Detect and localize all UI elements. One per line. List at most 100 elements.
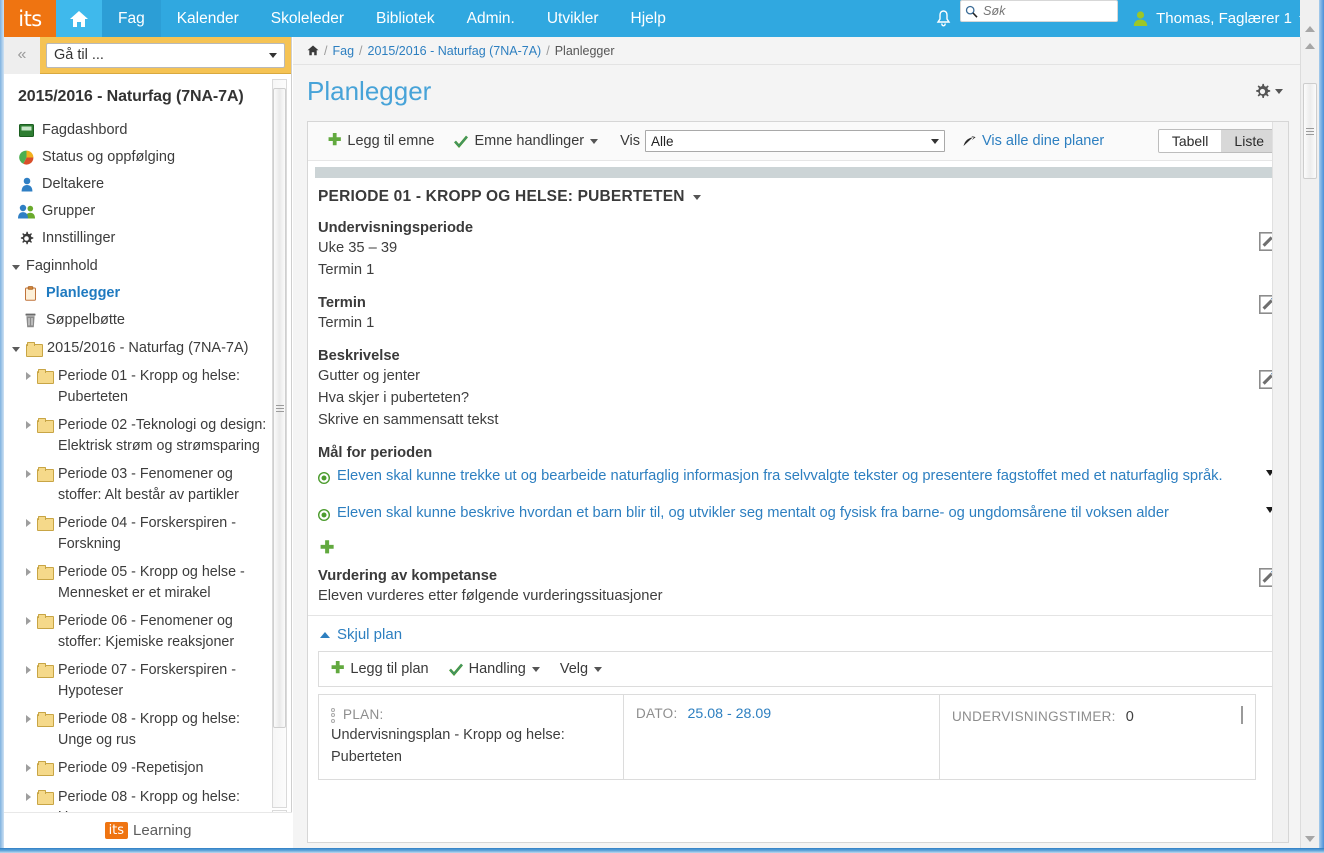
plus-icon[interactable]: ✚: [320, 539, 1274, 556]
tree-node[interactable]: Periode 07 - Forskerspiren - Hypoteser: [4, 656, 291, 705]
window-edge-right: [1319, 0, 1324, 853]
nav-item-bibliotek[interactable]: Bibliotek: [360, 0, 451, 37]
plan-cell-plan[interactable]: PLAN: Undervisningsplan - Kropp og helse…: [318, 694, 624, 780]
plan-cell-value[interactable]: 25.08 - 28.09: [688, 706, 772, 722]
plan-toolbar: ✚ Legg til plan Handling Velg: [318, 651, 1274, 687]
planner-panel: ✚ Legg til emne Emne handlinger Vis Alle: [307, 121, 1289, 843]
sidebar-item-planlegger[interactable]: Planlegger: [4, 280, 291, 307]
chevron-down-icon[interactable]: [692, 194, 701, 200]
sidebar-item-status-og-oppfolging[interactable]: Status og oppfølging: [4, 144, 291, 171]
home-icon[interactable]: [56, 0, 102, 37]
tree-node[interactable]: Periode 01 - Kropp og helse: Puberteten: [4, 362, 291, 411]
window-scrollbar-thumb[interactable]: [1303, 83, 1317, 179]
toggle-plan-visibility[interactable]: Skjul plan: [318, 616, 1274, 651]
goto-row: « Gå til ...: [4, 36, 291, 74]
panel-scrollbar[interactable]: [1272, 122, 1288, 842]
goal-text: Eleven skal kunne beskrive hvordan et ba…: [337, 505, 1169, 521]
sidebar-item-deltakere[interactable]: Deltakere: [4, 171, 291, 198]
topic-actions-button[interactable]: Emne handlinger: [444, 133, 608, 149]
field-heading: Vurdering av kompetanse: [318, 568, 498, 584]
home-icon[interactable]: [307, 45, 319, 56]
tree-node[interactable]: Periode 04 - Forskerspiren - Forskning: [4, 509, 291, 558]
notification-bell-icon[interactable]: [926, 0, 960, 37]
tree-node[interactable]: Periode 08 - Kropp og helse: Unge og rus: [4, 705, 291, 754]
plan-cell-label: UNDERVISNINGSTIMER:: [952, 709, 1116, 724]
plan-cell-date: DATO: 25.08 - 28.09: [624, 694, 940, 780]
search-box[interactable]: [960, 0, 1119, 22]
add-topic-button[interactable]: ✚ Legg til emne: [318, 133, 444, 150]
tree-node-label: Periode 08 - Kropp og helse: Unge og rus: [58, 711, 241, 748]
main-content: / Fag / 2015/2016 - Naturfag (7NA-7A) / …: [293, 37, 1301, 848]
tree-node[interactable]: Periode 05 - Kropp og helse - Mennesket …: [4, 558, 291, 607]
pie-chart-icon: [18, 149, 35, 166]
field-heading: Undervisningsperiode: [318, 220, 474, 236]
goal-item[interactable]: Eleven skal kunne beskrive hvordan et ba…: [317, 502, 1274, 532]
nav-item-fag[interactable]: Fag: [102, 0, 161, 37]
plan-select-button[interactable]: Velg: [550, 661, 612, 677]
sidebar-scrollbar-thumb[interactable]: [273, 88, 286, 728]
planner-toolbar: ✚ Legg til emne Emne handlinger Vis Alle: [308, 122, 1288, 161]
sidebar-item-grupper[interactable]: Grupper: [4, 198, 291, 225]
folder-icon: [26, 341, 43, 357]
folder-icon: [37, 369, 54, 384]
field-line: Gutter og jenter: [318, 368, 421, 384]
view-mode-tabell[interactable]: Tabell: [1158, 130, 1222, 152]
nav-item-kalender[interactable]: Kalender: [161, 0, 255, 37]
view-mode-liste[interactable]: Liste: [1221, 130, 1277, 152]
goal-text: Eleven skal kunne trekke ut og bearbeide…: [337, 468, 1223, 484]
plan-action-button[interactable]: Handling: [439, 661, 550, 677]
tree-node[interactable]: Periode 02 -Teknologi og design: Elektri…: [4, 411, 291, 460]
chevron-down-icon: [1275, 88, 1283, 94]
user-menu[interactable]: Thomas, Faglærer 1: [1132, 0, 1319, 37]
nav-item-admin[interactable]: Admin.: [451, 0, 531, 37]
sidebar-item-soppelbotte[interactable]: Søppelbøtte: [4, 307, 291, 334]
tree-node-label: Periode 08 - Kropp og helse: Unge og rus: [58, 788, 241, 813]
period-title-row[interactable]: PERIODE 01 - KROPP OG HELSE: PUBERTETEN: [318, 187, 1274, 206]
goto-dropdown[interactable]: Gå til ...: [46, 42, 285, 68]
sidebar-item-fagdashbord[interactable]: Fagdashbord: [4, 117, 291, 144]
goals-section: Mål for perioden Eleven skal kunne trekk…: [317, 445, 1274, 556]
view-all-plans-link[interactable]: Vis alle dine planer: [963, 133, 1104, 149]
sidebar-group-faginnhold[interactable]: Faginnhold: [4, 252, 291, 280]
nav-item-hjelp[interactable]: Hjelp: [615, 0, 682, 37]
search-input[interactable]: [981, 3, 1114, 19]
nav-item-skoleleder[interactable]: Skoleleder: [255, 0, 360, 37]
goto-value: Gå til ...: [54, 47, 104, 63]
nav-item-utvikler[interactable]: Utvikler: [531, 0, 615, 37]
scroll-down-button[interactable]: [1302, 830, 1318, 848]
sidebar-scrollbar-track[interactable]: [272, 79, 287, 808]
tree-node[interactable]: Periode 08 - Kropp og helse: Unge og rus: [4, 783, 291, 813]
vis-filter-dropdown[interactable]: Alle: [645, 130, 945, 152]
folder-icon: [37, 663, 54, 678]
window-scrollbar[interactable]: [1300, 37, 1319, 848]
tree-node-label: Periode 03 - Fenomener og stoffer: Alt b…: [58, 466, 239, 503]
breadcrumb-item-fag[interactable]: Fag: [332, 44, 354, 58]
tree-node[interactable]: Periode 06 - Fenomener og stoffer: Kjemi…: [4, 607, 291, 656]
add-plan-button[interactable]: ✚ Legg til plan: [327, 661, 439, 678]
toggle-plan-label: Skjul plan: [337, 626, 403, 643]
tree-node[interactable]: Periode 09 -Repetisjon: [4, 754, 291, 783]
plan-row-checkbox[interactable]: [1241, 706, 1243, 724]
period-content: PERIODE 01 - KROPP OG HELSE: PUBERTETEN …: [308, 178, 1288, 780]
sidebar: « Gå til ... 2015/2016 - Naturfag (7NA-7…: [4, 36, 292, 848]
folder-icon: [37, 418, 54, 433]
breadcrumb-item-course[interactable]: 2015/2016 - Naturfag (7NA-7A): [368, 44, 542, 58]
tree-node-label: Periode 07 - Forskerspiren - Hypoteser: [58, 662, 236, 699]
breadcrumb-separator: /: [359, 43, 363, 58]
sidebar-item-innstillinger[interactable]: Innstillinger: [4, 225, 291, 252]
scroll-up-button[interactable]: [1302, 37, 1318, 55]
tree-node[interactable]: Periode 03 - Fenomener og stoffer: Alt b…: [4, 460, 291, 509]
its-learning-logo[interactable]: its: [4, 0, 56, 37]
triangle-right-icon: [26, 519, 31, 527]
drag-handle-icon[interactable]: [331, 706, 339, 724]
sidebar-course-title: 2015/2016 - Naturfag (7NA-7A): [18, 88, 244, 105]
sidebar-tree-root[interactable]: 2015/2016 - Naturfag (7NA-7A): [4, 334, 291, 362]
page-settings-menu[interactable]: [1254, 83, 1283, 100]
plan-select-label: Velg: [559, 661, 589, 677]
goal-item[interactable]: Eleven skal kunne trekke ut og bearbeide…: [317, 465, 1274, 495]
topic-actions-label: Emne handlinger: [474, 133, 585, 149]
collapse-double-chevron-left-icon[interactable]: «: [4, 36, 40, 74]
triangle-right-icon: [26, 715, 31, 723]
window-scroll-up-button[interactable]: [1300, 0, 1319, 37]
